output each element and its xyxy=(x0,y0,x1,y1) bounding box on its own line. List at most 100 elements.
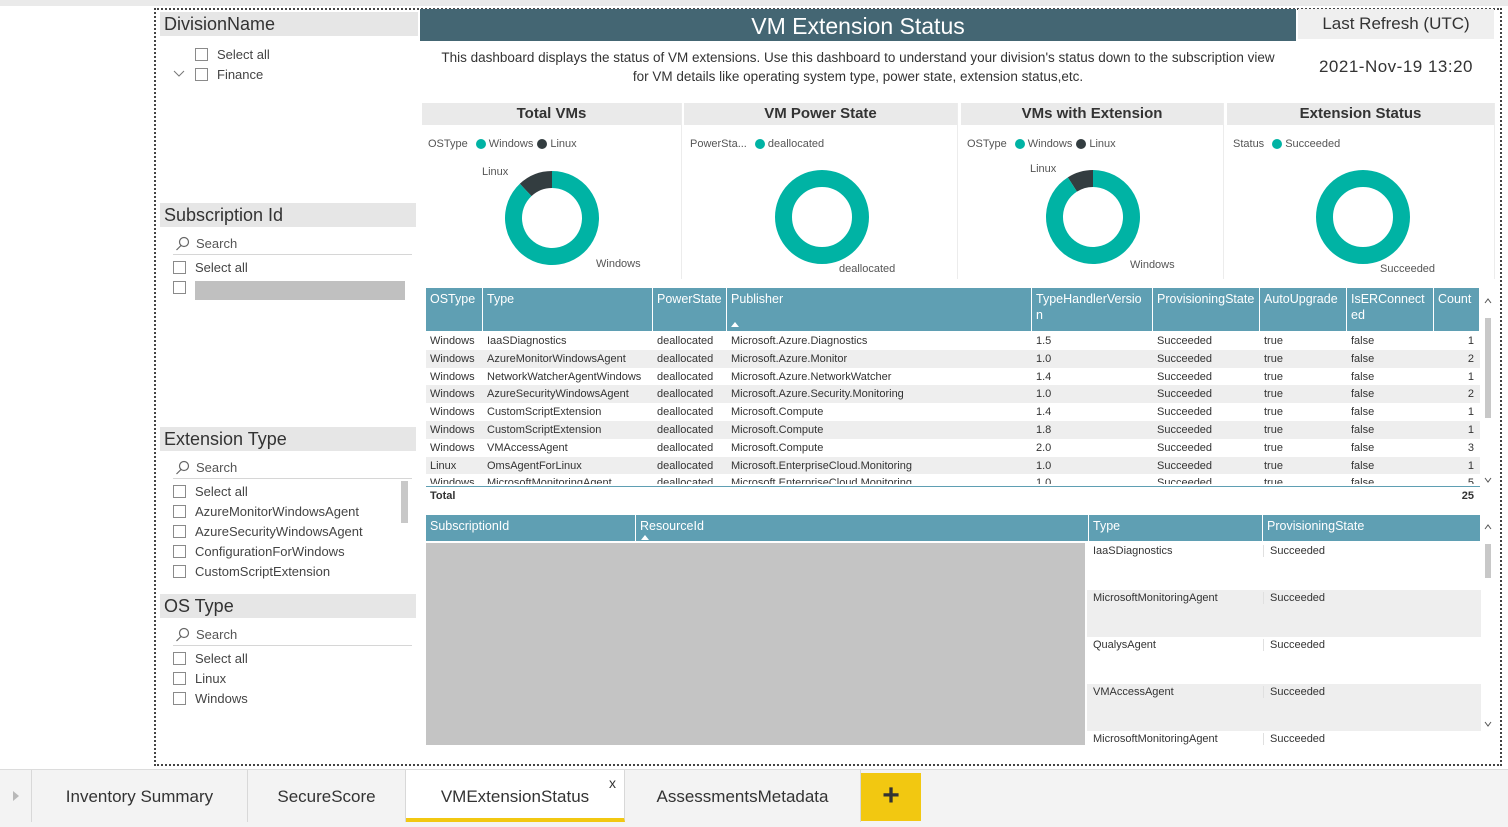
column-header[interactable]: Publisher xyxy=(727,288,1032,331)
top-strip xyxy=(0,0,1508,6)
table-cell: false xyxy=(1351,335,1375,347)
table-row[interactable]: Linux OmsAgentForLinux deallocated Microsof… xyxy=(426,456,1480,475)
table-cell: Microsoft.EnterpriseCloud.Monitoring xyxy=(731,459,912,472)
table-row[interactable]: Windows IaaSDiagnostics deallocated Microso… xyxy=(426,332,1480,350)
extension-type-item[interactable]: AzureSecurityWindowsAgent xyxy=(173,521,416,541)
tab-securescore[interactable]: SecureScore xyxy=(248,770,406,822)
table-cell: 1 xyxy=(1467,370,1474,383)
subscription-search[interactable]: Search xyxy=(173,233,412,255)
column-header[interactable]: PowerState xyxy=(653,288,727,331)
os-type-item-windows[interactable]: Windows xyxy=(173,688,416,708)
checkbox[interactable] xyxy=(173,484,186,498)
checkbox[interactable] xyxy=(173,671,186,685)
division-select-all[interactable]: Select all xyxy=(195,44,418,64)
close-icon[interactable]: x xyxy=(609,756,616,810)
table-row[interactable]: Windows VMAccessAgent deallocated Microsoft… xyxy=(426,438,1480,457)
table-cell: true xyxy=(1264,352,1283,365)
column-header[interactable]: AutoUpgrade xyxy=(1260,288,1347,331)
table-cell: OmsAgentForLinux xyxy=(487,459,582,472)
table-cell: 2 xyxy=(1467,388,1474,401)
slicer-extension-type-title: Extension Type xyxy=(160,427,416,451)
legend-item[interactable]: Windows xyxy=(475,138,533,150)
table-row[interactable]: Windows AzureSecurityWindowsAgent dealloca… xyxy=(426,385,1480,404)
table-row[interactable]: Windows MicrosoftMonitoringAgent deallocat… xyxy=(426,474,1480,485)
donut-slice-succeeded[interactable] xyxy=(1316,170,1410,264)
column-header[interactable]: Type xyxy=(1089,515,1263,541)
checkbox[interactable] xyxy=(195,47,208,61)
table-cell: deallocated xyxy=(657,352,714,365)
table-cell: false xyxy=(1351,388,1375,401)
column-header[interactable]: Type xyxy=(483,288,653,331)
table-cell: true xyxy=(1264,406,1283,419)
checkbox[interactable] xyxy=(173,544,186,558)
legend-item[interactable]: Windows xyxy=(1014,138,1072,150)
legend-item[interactable]: deallocated xyxy=(754,138,824,150)
tab-assessmentsmetadata[interactable]: AssessmentsMetadata xyxy=(625,770,861,822)
tabs-scroll-left[interactable] xyxy=(0,770,32,822)
extension-type-item[interactable]: CustomScriptExtension xyxy=(173,561,416,581)
table-cell: deallocated xyxy=(657,477,714,485)
column-header[interactable]: IsERConnected xyxy=(1347,288,1434,331)
legend-item[interactable]: Linux xyxy=(537,138,577,150)
extension-type-scrollbar[interactable] xyxy=(401,481,408,523)
table-row[interactable]: VMAccessAgent Succeeded xyxy=(1087,684,1481,731)
table-cell: CustomScriptExtension xyxy=(487,406,602,419)
extension-table: OSType Type PowerState Publisher TypeHandler… xyxy=(426,288,1480,506)
checkbox[interactable] xyxy=(173,504,186,518)
table-cell: 1.0 xyxy=(1036,477,1052,485)
table-cell: true xyxy=(1264,388,1283,401)
column-header[interactable]: OSType xyxy=(426,288,483,331)
subscription-select-all[interactable]: Select all xyxy=(173,257,416,277)
legend-title: OSType xyxy=(967,138,1007,150)
table-cell: Windows xyxy=(430,388,475,401)
column-header[interactable]: Count xyxy=(1434,288,1480,331)
ext-table-scrollbar[interactable] xyxy=(1484,296,1492,486)
table-cell: 3 xyxy=(1467,441,1474,454)
table-row[interactable]: MicrosoftMonitoringAgent Succeeded xyxy=(1087,590,1481,637)
donut-slice-deallocated[interactable] xyxy=(775,170,869,264)
os-type-item-linux[interactable]: Linux xyxy=(173,668,416,688)
table-row[interactable]: Windows CustomScriptExtension deallocated M… xyxy=(426,403,1480,422)
checkbox[interactable] xyxy=(173,524,186,538)
donut-slice-windows[interactable] xyxy=(1046,170,1140,264)
checkbox[interactable] xyxy=(173,280,186,294)
column-header[interactable]: ProvisioningState xyxy=(1153,288,1260,331)
table-header: OSType Type PowerState Publisher TypeHandler… xyxy=(426,288,1480,331)
extension-type-item[interactable]: AzureMonitorWindowsAgent xyxy=(173,501,416,521)
table-row[interactable]: QualysAgent Succeeded xyxy=(1087,637,1481,684)
division-item-finance[interactable]: Finance xyxy=(173,64,418,84)
table-total-row: Total 25 xyxy=(426,486,1480,504)
column-header[interactable]: SubscriptionId xyxy=(426,515,636,541)
donut-slice-windows[interactable] xyxy=(505,171,599,265)
extension-type-select-all[interactable]: Select all xyxy=(173,481,416,501)
chart-legend: PowerSta... deallocated xyxy=(684,135,957,153)
tab-vmextensionstatus[interactable]: VMExtensionStatus x xyxy=(406,770,625,822)
checkbox[interactable] xyxy=(173,691,186,705)
res-table-scrollbar[interactable] xyxy=(1484,522,1492,732)
table-row[interactable]: Windows NetworkWatcherAgentWindows dealloc… xyxy=(426,367,1480,386)
tab-inventory-summary[interactable]: Inventory Summary xyxy=(32,770,248,822)
card-title: Extension Status xyxy=(1227,103,1494,125)
add-page-button[interactable]: + xyxy=(861,773,921,821)
table-row[interactable]: Windows CustomScriptExtension deallocated M… xyxy=(426,421,1480,439)
os-type-select-all[interactable]: Select all xyxy=(173,648,416,668)
subscription-item-redacted[interactable] xyxy=(173,277,416,300)
checkbox[interactable] xyxy=(173,564,186,578)
column-header[interactable]: TypeHandlerVersion xyxy=(1032,288,1153,331)
extension-type-item[interactable]: ConfigurationForWindows xyxy=(173,541,416,561)
column-header[interactable]: ProvisioningState xyxy=(1263,515,1481,541)
table-row[interactable]: Windows AzureMonitorWindowsAgent deallocat… xyxy=(426,349,1480,368)
legend-item[interactable]: Succeeded xyxy=(1272,138,1340,150)
chevron-down-icon[interactable] xyxy=(173,66,185,77)
table-row[interactable]: IaaSDiagnostics Succeeded xyxy=(1087,543,1481,590)
checkbox[interactable] xyxy=(195,67,208,81)
legend-item[interactable]: Linux xyxy=(1076,138,1116,150)
extension-type-search[interactable]: Search xyxy=(173,457,412,479)
checkbox[interactable] xyxy=(173,260,186,274)
table-row[interactable]: MicrosoftMonitoringAgent Succeeded xyxy=(1087,731,1481,748)
table-cell: false xyxy=(1351,370,1375,383)
checkbox[interactable] xyxy=(173,651,186,665)
card-title: Total VMs xyxy=(422,103,681,125)
column-header[interactable]: ResourceId xyxy=(636,515,1089,541)
os-type-search[interactable]: Search xyxy=(173,624,412,646)
